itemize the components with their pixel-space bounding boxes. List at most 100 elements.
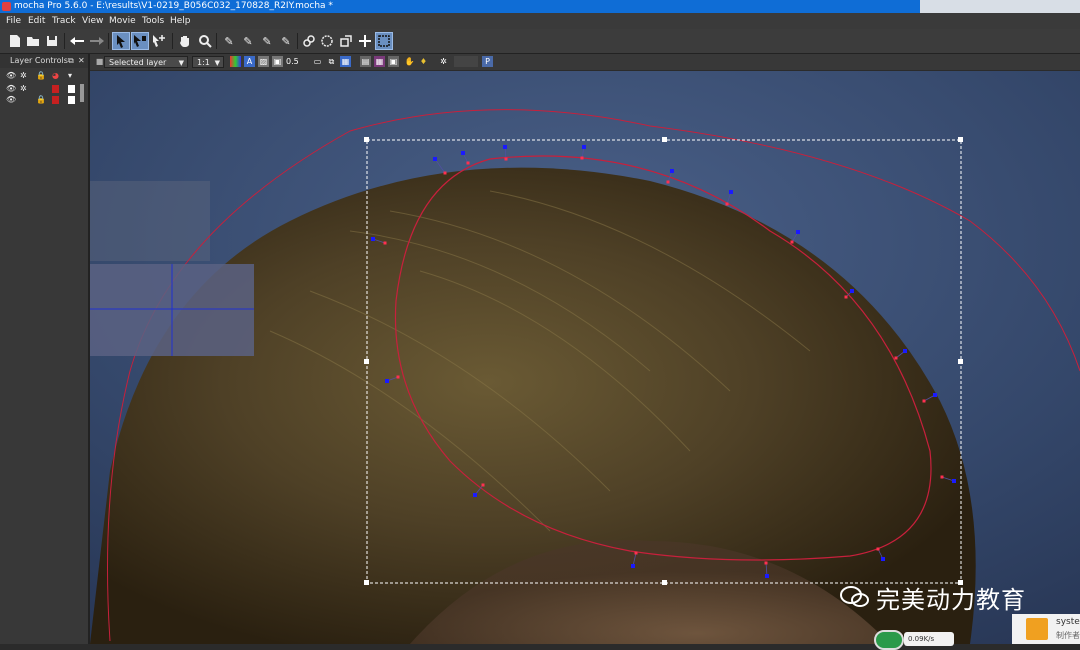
transform-tool-icon[interactable]	[337, 32, 355, 50]
spline-point[interactable]	[397, 376, 400, 379]
cog-icon[interactable]: ✲	[20, 72, 28, 80]
new-file-icon[interactable]	[6, 32, 24, 50]
viewer-canvas[interactable]	[90, 71, 1080, 644]
layer-controls-title: Layer Controls	[10, 56, 68, 65]
menu-edit[interactable]: Edit	[28, 13, 45, 29]
layer-matte-swatch[interactable]	[68, 96, 75, 104]
pan-hand-icon[interactable]	[176, 32, 194, 50]
notification-popup[interactable]: syster 制作者	[1012, 614, 1080, 644]
tangent-handle[interactable]	[371, 237, 375, 241]
tangent-handle[interactable]	[903, 349, 907, 353]
spline-point[interactable]	[635, 552, 638, 555]
layer-eye-icon[interactable]: 👁	[6, 96, 14, 104]
spline-point[interactable]	[941, 476, 944, 479]
menu-view[interactable]: View	[82, 13, 103, 29]
color-swatch-icon[interactable]: ▣	[272, 56, 283, 67]
blank-field[interactable]	[454, 56, 478, 67]
undo-arrow-icon[interactable]	[68, 32, 86, 50]
surface-view-icon[interactable]: ▣	[388, 56, 399, 67]
layer-view-select[interactable]: Selected layer ▼	[104, 56, 188, 68]
spline-point[interactable]	[581, 157, 584, 160]
spline-point[interactable]	[845, 296, 848, 299]
tangent-handle[interactable]	[952, 479, 956, 483]
tangent-handle[interactable]	[461, 151, 465, 155]
spline-point[interactable]	[667, 181, 670, 184]
overlay-icon[interactable]: ⧉	[326, 56, 337, 67]
rgb-channels-icon[interactable]	[230, 56, 241, 67]
panel-scrollbar[interactable]	[80, 84, 84, 102]
spline-point[interactable]	[384, 242, 387, 245]
link-tool-icon[interactable]	[300, 32, 318, 50]
spline-point[interactable]	[505, 158, 508, 161]
grid-icon[interactable]: ▤	[360, 56, 371, 67]
spline-point[interactable]	[923, 400, 926, 403]
menu-track[interactable]: Track	[52, 13, 76, 29]
spline-point[interactable]	[482, 484, 485, 487]
monitor-icon[interactable]: ▭	[312, 56, 323, 67]
alpha-channel-icon[interactable]: A	[244, 56, 255, 67]
select-all-tool-icon[interactable]	[131, 32, 149, 50]
pick-tool-icon[interactable]	[112, 32, 130, 50]
layer-cog-icon[interactable]: ✲	[20, 85, 28, 93]
tangent-handle[interactable]	[850, 289, 854, 293]
tangent-handle[interactable]	[582, 145, 586, 149]
clip-viewer[interactable]	[90, 71, 1080, 644]
spline-point[interactable]	[791, 241, 794, 244]
p-toggle-icon[interactable]: P	[482, 56, 493, 67]
menu-file[interactable]: File	[6, 13, 21, 29]
tangent-handle[interactable]	[670, 169, 674, 173]
spline-point[interactable]	[467, 162, 470, 165]
redo-arrow-icon[interactable]	[88, 32, 106, 50]
layer-matte-swatch[interactable]	[68, 85, 75, 93]
layer-color-swatch[interactable]	[52, 85, 59, 93]
mesh-icon[interactable]: ▦	[374, 56, 385, 67]
layer-eye-icon[interactable]: 👁	[6, 85, 14, 93]
menu-tools[interactable]: Tools	[142, 13, 164, 29]
surface-tool-icon[interactable]	[375, 32, 393, 50]
open-folder-icon[interactable]	[24, 32, 42, 50]
gear-star-icon[interactable]: ✲	[438, 56, 449, 67]
tiles-icon[interactable]: ▦	[340, 56, 351, 67]
layer-color-swatch[interactable]	[52, 96, 59, 104]
spline-point[interactable]	[726, 203, 729, 206]
xspline-tool-icon[interactable]: ✎	[220, 32, 238, 50]
tangent-handle[interactable]	[933, 393, 937, 397]
zoom-magnifier-icon[interactable]	[196, 32, 214, 50]
tangent-handle[interactable]	[433, 157, 437, 161]
matte-icon[interactable]: ▾	[68, 72, 76, 80]
move-crosshair-icon[interactable]	[356, 32, 374, 50]
pin-icon[interactable]: ♦	[418, 56, 429, 67]
save-icon[interactable]	[43, 32, 61, 50]
tangent-handle[interactable]	[473, 493, 477, 497]
add-point-tool-icon[interactable]	[150, 32, 168, 50]
spline-point[interactable]	[444, 172, 447, 175]
hand-view-icon[interactable]: ✋	[404, 56, 415, 67]
spline-point[interactable]	[877, 548, 880, 551]
color-wheel-icon[interactable]: ◕	[52, 72, 60, 80]
add-bezier-tool-icon[interactable]: ✎	[277, 32, 295, 50]
tangent-handle[interactable]	[796, 230, 800, 234]
menu-movie[interactable]: Movie	[109, 13, 136, 29]
tangent-handle[interactable]	[503, 145, 507, 149]
panel-close-icon[interactable]: ✕	[78, 54, 85, 68]
zoom-select[interactable]: 1:1 ▼	[192, 56, 224, 68]
opacity-value[interactable]: 0.5	[286, 56, 298, 67]
menu-help[interactable]: Help	[170, 13, 191, 29]
lock-icon[interactable]: 🔒	[36, 72, 44, 80]
layer-row[interactable]: 👁 🔒	[0, 96, 86, 106]
panel-float-icon[interactable]: ⧉	[68, 54, 74, 68]
bezier-tool-icon[interactable]: ✎	[258, 32, 276, 50]
tangent-handle[interactable]	[385, 379, 389, 383]
tangent-handle[interactable]	[729, 190, 733, 194]
layer-row[interactable]: 👁 ✲	[0, 85, 86, 95]
tangent-handle[interactable]	[631, 564, 635, 568]
luminance-icon[interactable]: ▨	[258, 56, 269, 67]
spline-point[interactable]	[895, 357, 898, 360]
layer-lock-icon[interactable]: 🔒	[36, 96, 44, 104]
spline-point[interactable]	[765, 562, 768, 565]
tangent-handle[interactable]	[765, 574, 769, 578]
visibility-eye-icon[interactable]: 👁	[6, 72, 14, 80]
add-xspline-tool-icon[interactable]: ✎	[239, 32, 257, 50]
circle-shape-icon[interactable]	[318, 32, 336, 50]
tangent-handle[interactable]	[881, 557, 885, 561]
